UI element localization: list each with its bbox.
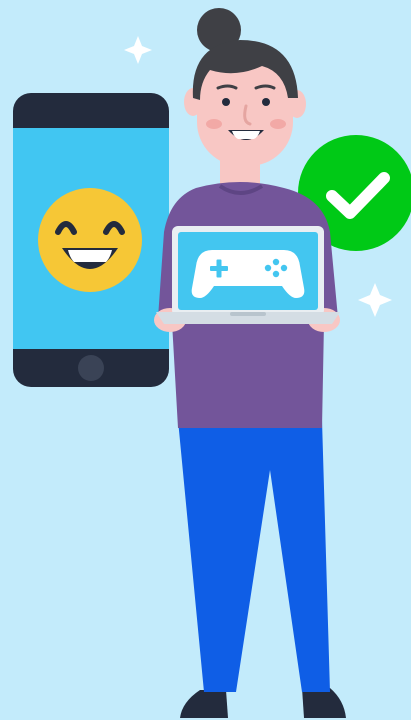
phone-home-button: [78, 355, 104, 381]
person-holding-laptop-illustration: [0, 0, 411, 720]
illustration-canvas: [0, 0, 411, 720]
grinning-emoji-icon: [38, 188, 142, 292]
